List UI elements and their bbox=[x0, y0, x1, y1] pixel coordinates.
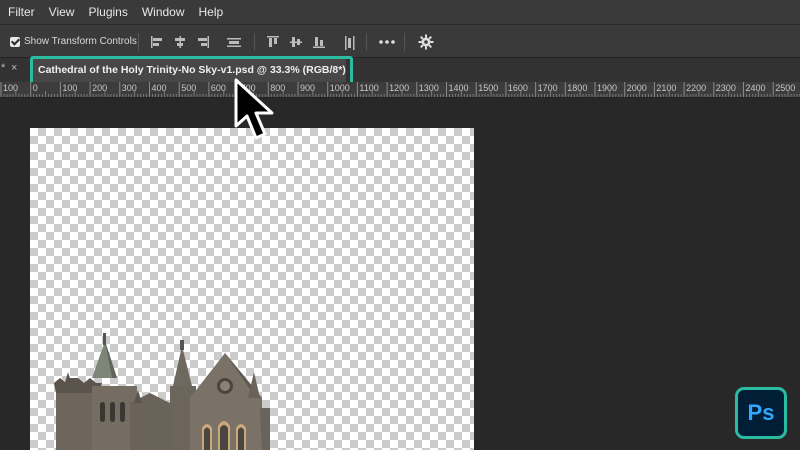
menu-filter[interactable]: Filter bbox=[0, 5, 41, 19]
menu-plugins[interactable]: Plugins bbox=[80, 5, 133, 19]
ruler-tick-label: 1400 bbox=[448, 83, 469, 93]
ruler-tick-label: 1000 bbox=[329, 83, 350, 93]
ruler-tick-label: 600 bbox=[210, 83, 226, 93]
previous-tab[interactable]: * × bbox=[0, 58, 28, 82]
align-left-edges-icon[interactable] bbox=[150, 35, 164, 49]
ruler-tick-label: 200 bbox=[92, 83, 108, 93]
ruler-tick-label: 1800 bbox=[567, 83, 588, 93]
unsaved-marker: * bbox=[1, 62, 6, 74]
cathedral-image bbox=[54, 333, 270, 450]
ruler-tick-label: 2100 bbox=[656, 83, 677, 93]
align-vertical-centers-icon[interactable] bbox=[289, 35, 303, 49]
ruler-tick-label: 2000 bbox=[626, 83, 647, 93]
show-transform-label[interactable]: Show Transform Controls bbox=[24, 36, 137, 47]
separator bbox=[366, 33, 367, 51]
align-top-edges-icon[interactable] bbox=[266, 35, 280, 49]
ruler-tick-label: 0 bbox=[32, 83, 38, 93]
separator bbox=[138, 33, 139, 51]
show-transform-checkbox[interactable] bbox=[10, 37, 20, 47]
separator bbox=[254, 33, 255, 51]
ruler-tick-label: 1200 bbox=[389, 83, 410, 93]
ruler-tick-label: 900 bbox=[300, 83, 316, 93]
align-right-edges-icon[interactable] bbox=[196, 35, 210, 49]
ruler-tick-label: 2500 bbox=[775, 83, 796, 93]
document-canvas[interactable] bbox=[30, 128, 474, 450]
menu-view[interactable]: View bbox=[41, 5, 81, 19]
ruler-tick-label: 1300 bbox=[418, 83, 439, 93]
menu-bar: Filter View Plugins Window Help bbox=[0, 0, 800, 24]
more-options-icon[interactable] bbox=[378, 35, 396, 49]
menu-window[interactable]: Window bbox=[134, 5, 191, 19]
ruler-tick-label: 100 bbox=[62, 83, 78, 93]
ruler-tick-label: 2400 bbox=[745, 83, 766, 93]
photoshop-logo-text: Ps bbox=[747, 400, 775, 425]
separator bbox=[404, 33, 405, 51]
gear-icon[interactable] bbox=[418, 34, 434, 50]
ruler-tick-label: 2200 bbox=[686, 83, 707, 93]
ruler-tick-label: 1600 bbox=[507, 83, 528, 93]
horizontal-ruler: 100 0 100 200 300 400 500 600 700 800 900 1000 1100 1… bbox=[0, 82, 800, 98]
ruler-tick-label: 1700 bbox=[537, 83, 558, 93]
distribute-vertical-icon[interactable] bbox=[343, 35, 357, 50]
ruler-tick-label: 500 bbox=[181, 83, 197, 93]
align-bottom-edges-icon[interactable] bbox=[312, 35, 326, 49]
menu-help[interactable]: Help bbox=[191, 5, 230, 19]
mouse-pointer-icon bbox=[234, 78, 274, 140]
ruler-tick-label: 300 bbox=[121, 83, 137, 93]
ruler-tick-label: 2300 bbox=[715, 83, 736, 93]
align-horizontal-centers-icon[interactable] bbox=[173, 35, 187, 49]
ruler-tick-label: 1500 bbox=[478, 83, 499, 93]
ruler-tick-label: 1900 bbox=[597, 83, 618, 93]
options-bar: Show Transform Controls bbox=[0, 24, 800, 58]
distribute-horizontal-icon[interactable] bbox=[226, 35, 241, 49]
photoshop-logo: Ps bbox=[735, 387, 787, 439]
close-icon[interactable]: × bbox=[11, 62, 17, 74]
ruler-tick-label: 400 bbox=[151, 83, 167, 93]
ruler-tick-label: 100 bbox=[3, 83, 19, 93]
ruler-tick-label: 1100 bbox=[359, 83, 379, 93]
